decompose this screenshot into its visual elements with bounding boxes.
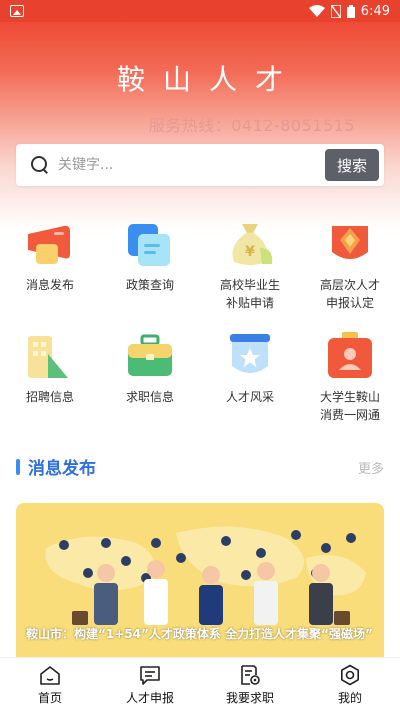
grid-item-high-level-talent[interactable]: 高层次人才 申报认定 xyxy=(300,218,400,312)
news-section-header: 消息发布 xyxy=(16,454,96,479)
wifi-icon xyxy=(308,5,325,17)
grid-item-policy[interactable]: 政策查询 xyxy=(100,218,200,294)
banner-caption: 鞍山市：构建“1+54”人才政策体系 全力打造人才集聚“强磁场” xyxy=(26,627,373,641)
grid-label: 求职信息 xyxy=(125,390,174,404)
grid-label: 高层次人才 申报认定 xyxy=(319,278,380,310)
diamond-award-icon xyxy=(324,218,376,270)
status-bar: 6:49 xyxy=(0,0,400,22)
grid-item-job-seeking[interactable]: 求职信息 xyxy=(100,330,200,406)
news-banner[interactable]: 鞍山市：构建“1+54”人才政策体系 全力打造人才集聚“强磁场” xyxy=(16,503,384,663)
tab-label: 人才申报 xyxy=(125,690,174,705)
grid-label: 招聘信息 xyxy=(25,390,74,404)
search-bar: 搜索 xyxy=(16,144,384,186)
tab-label: 我的 xyxy=(337,690,362,705)
battery-icon xyxy=(346,4,355,18)
grid-item-talent-showcase[interactable]: 人才风采 xyxy=(200,330,300,406)
search-icon xyxy=(30,155,50,175)
building-icon xyxy=(24,330,76,382)
search-button[interactable]: 搜索 xyxy=(325,149,379,181)
grid-item-graduate-subsidy[interactable]: ¥ 高校毕业生 补贴申请 xyxy=(200,218,300,312)
service-hotline[interactable]: 服务热线：0412-8051515 xyxy=(149,112,355,136)
grid-item-recruitment[interactable]: 招聘信息 xyxy=(0,330,100,406)
tab-label: 我要求职 xyxy=(225,690,274,705)
tab-mine[interactable]: 我的 xyxy=(300,658,400,711)
id-card-icon xyxy=(324,330,376,382)
image-notification-icon xyxy=(10,5,24,17)
policy-document-icon xyxy=(124,218,176,270)
grid-item-news[interactable]: 消息发布 xyxy=(0,218,100,294)
tab-label: 首页 xyxy=(37,690,62,705)
tab-home[interactable]: 首页 xyxy=(0,658,100,711)
tab-job-seeking[interactable]: 我要求职 xyxy=(200,658,300,711)
home-icon xyxy=(40,665,60,685)
grid-label: 高校毕业生 补贴申请 xyxy=(219,278,280,310)
settings-icon xyxy=(341,664,359,685)
more-link[interactable]: 更多 xyxy=(358,458,384,477)
svg-text:¥: ¥ xyxy=(245,244,255,260)
grid-item-student-consumption[interactable]: 大学生鞍山 消费一网通 xyxy=(300,330,400,424)
grid-label: 人才风采 xyxy=(225,390,274,404)
tab-talent-application[interactable]: 人才申报 xyxy=(100,658,200,711)
grid-label: 大学生鞍山 消费一网通 xyxy=(319,390,380,422)
no-sim-icon xyxy=(330,4,341,18)
star-badge-icon xyxy=(224,330,276,382)
section-accent-bar xyxy=(16,458,20,475)
app-title: 鞍山人才 xyxy=(116,63,301,96)
grid-label: 消息发布 xyxy=(25,278,74,292)
section-title: 消息发布 xyxy=(28,459,96,479)
message-icon xyxy=(140,665,160,685)
search-input[interactable] xyxy=(58,157,325,173)
job-search-icon xyxy=(241,664,260,685)
megaphone-icon xyxy=(24,218,76,270)
grid-label: 政策查询 xyxy=(125,278,174,292)
clock: 6:49 xyxy=(360,3,390,19)
briefcase-icon xyxy=(124,330,176,382)
bottom-tab-bar: 首页 人才申报 我要求职 我的 xyxy=(0,657,400,711)
money-bag-icon: ¥ xyxy=(224,218,276,270)
